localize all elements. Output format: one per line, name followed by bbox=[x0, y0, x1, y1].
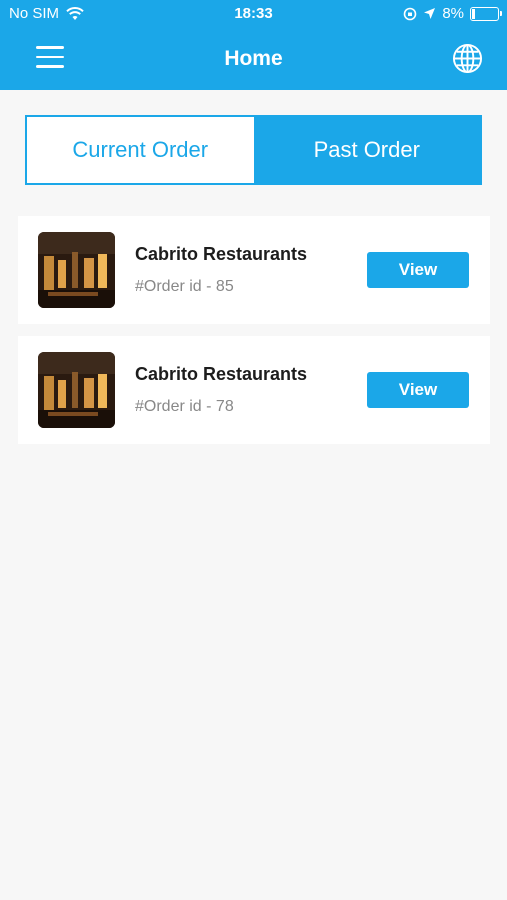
battery-percent: 8% bbox=[442, 5, 464, 22]
order-id: #Order id - 78 bbox=[135, 398, 234, 415]
tab-current-order[interactable]: Current Order bbox=[27, 117, 254, 183]
location-arrow-icon bbox=[424, 8, 436, 19]
order-card: Cabrito Restaurants #Order id - 85 View bbox=[18, 216, 490, 324]
view-order-button[interactable]: View bbox=[367, 252, 469, 288]
order-list: Cabrito Restaurants #Order id - 85 View … bbox=[18, 216, 490, 456]
status-right: 8% bbox=[403, 5, 502, 22]
status-bar: No SIM 18:33 8% bbox=[0, 0, 507, 28]
app-header: No SIM 18:33 8% Home bbox=[0, 0, 507, 90]
tab-past-order[interactable]: Past Order bbox=[253, 117, 480, 183]
restaurant-name: Cabrito Restaurants bbox=[135, 244, 308, 264]
orientation-lock-icon bbox=[404, 7, 417, 20]
battery-icon bbox=[470, 6, 502, 21]
view-order-button[interactable]: View bbox=[367, 372, 469, 408]
order-card: Cabrito Restaurants #Order id - 78 View bbox=[18, 336, 490, 444]
order-tabs: Current Order Past Order bbox=[25, 115, 482, 185]
restaurant-thumbnail bbox=[38, 352, 115, 428]
restaurant-name: Cabrito Restaurants bbox=[135, 364, 308, 384]
globe-icon[interactable] bbox=[452, 43, 483, 74]
order-id: #Order id - 85 bbox=[135, 278, 234, 295]
restaurant-thumbnail bbox=[38, 232, 115, 308]
page-title: Home bbox=[224, 47, 283, 70]
